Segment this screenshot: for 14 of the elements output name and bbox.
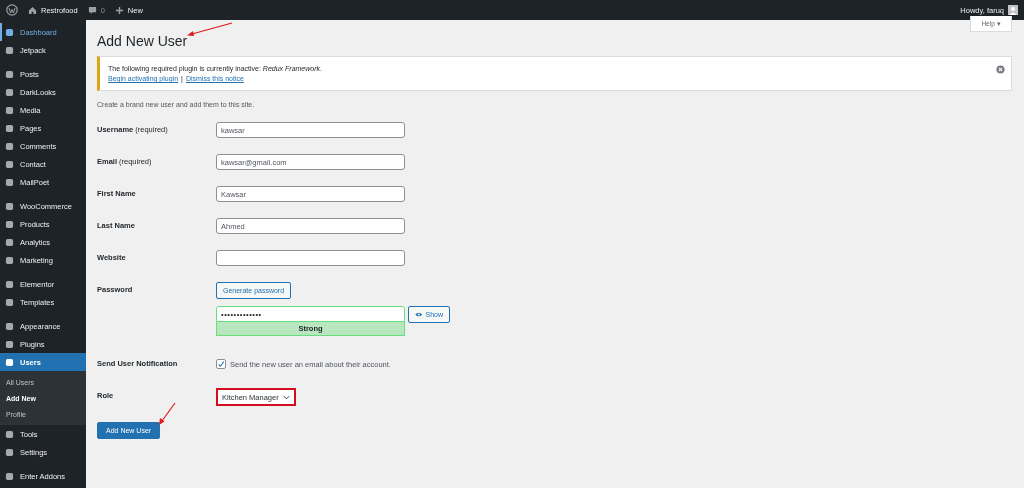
annotation-arrow: [186, 22, 234, 38]
home-icon: [28, 5, 37, 15]
comment-icon: [87, 5, 97, 15]
avatar-icon: [1008, 5, 1018, 15]
checkbox[interactable]: [216, 359, 226, 369]
menu-icon: [5, 471, 14, 481]
page-title: Add New User: [97, 32, 188, 50]
eye-icon: [415, 311, 423, 318]
logo-icon[interactable]: [6, 4, 18, 16]
annotation-arrow: [157, 402, 177, 426]
close-icon[interactable]: [996, 65, 1005, 74]
caret-icon: [282, 394, 290, 400]
text-field[interactable]: [216, 250, 405, 266]
plus-icon: [114, 5, 124, 15]
